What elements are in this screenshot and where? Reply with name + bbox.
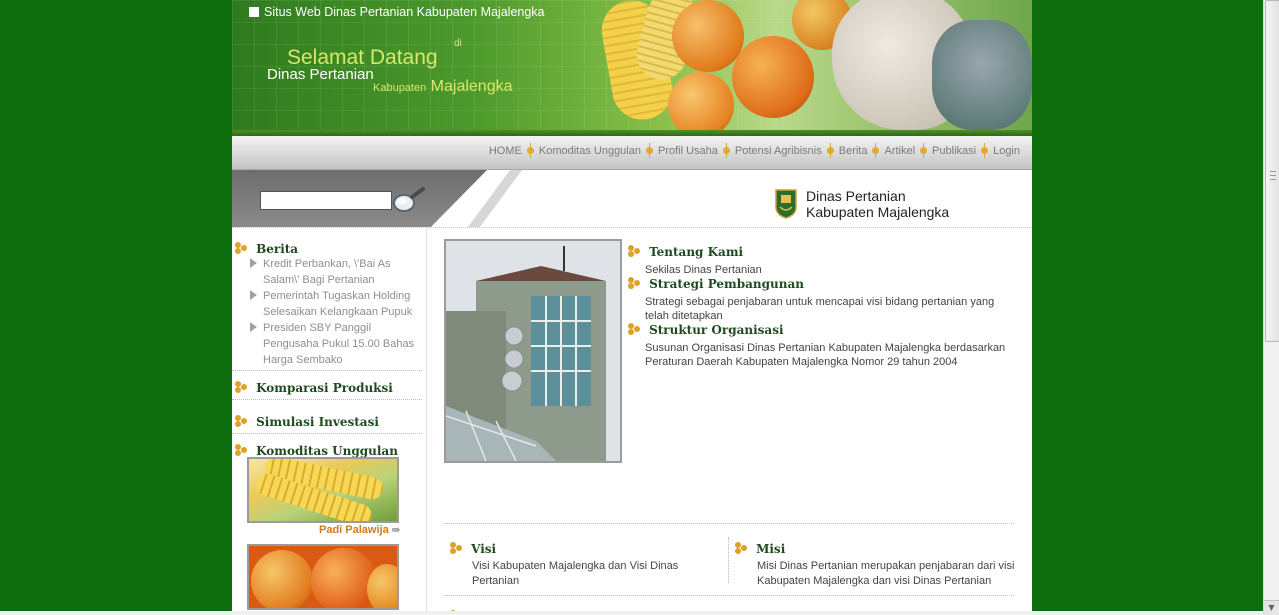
welcome-subheading: Dinas Pertanian — [267, 66, 374, 83]
sidebar-section-simulasi-investasi[interactable]: Simulasi Investasi — [235, 411, 379, 430]
bullet-icon — [235, 381, 247, 393]
nav-item-artikel[interactable]: Artikel — [884, 145, 915, 157]
news-item[interactable]: Kredit Perbankan, \'Bai As Salam\' Bagi … — [250, 256, 423, 288]
top-navigation: HOME Komoditas Unggulan Profil Usaha Pot… — [232, 136, 1032, 170]
mango-image — [732, 36, 814, 118]
regency-seal-icon — [775, 189, 797, 219]
komoditas-image-mango[interactable] — [247, 544, 399, 610]
nav-separator-icon — [872, 143, 880, 158]
bullet-icon — [235, 242, 247, 254]
nav-item-home[interactable]: HOME — [489, 145, 522, 157]
nav-separator-icon — [981, 143, 989, 158]
sidebar-section-berita[interactable]: Berita — [235, 238, 298, 257]
nav-item-potensi-agribisnis[interactable]: Potensi Agribisnis — [735, 145, 822, 157]
bullet-icon — [628, 323, 640, 335]
bullet-icon — [628, 277, 640, 289]
left-sidebar: Berita Kredit Perbankan, \'Bai As Salam\… — [232, 228, 427, 615]
news-item[interactable]: Pemerintah Tugaskan Holding Selesaikan K… — [250, 288, 423, 320]
nav-separator-icon — [920, 143, 928, 158]
logo-line2: Kabupaten Majalengka — [806, 204, 950, 220]
search-input[interactable] — [260, 191, 392, 210]
mango-image — [668, 72, 734, 136]
news-item[interactable]: Presiden SBY Panggil Pengusaha Pukul 15.… — [250, 320, 423, 368]
site-title: Situs Web Dinas Pertanian Kabupaten Maja… — [249, 5, 545, 19]
komoditas-caption[interactable]: Padi Palawija ⇛ — [319, 524, 400, 536]
bullet-icon — [235, 444, 247, 456]
square-icon — [249, 7, 259, 17]
bullet-icon — [235, 415, 247, 427]
nav-item-publikasi[interactable]: Publikasi — [932, 145, 976, 157]
nav-separator-icon — [722, 143, 730, 158]
bullet-icon — [628, 245, 640, 257]
office-building-photo — [444, 239, 622, 463]
logo-line1: Dinas Pertanian — [806, 188, 906, 204]
section-misi[interactable]: Misi Misi Dinas Pertanian merupakan penj… — [735, 538, 1015, 589]
scrollbar-thumb[interactable] — [1265, 0, 1279, 342]
vertical-scrollbar[interactable]: ▼ — [1263, 0, 1279, 615]
bullet-icon — [735, 542, 747, 554]
section-tentang-kami[interactable]: Tentang Kami Sekilas Dinas Pertanian — [628, 241, 1008, 277]
bullet-icon — [450, 542, 462, 554]
nav-item-profil-usaha[interactable]: Profil Usaha — [658, 145, 718, 157]
section-visi[interactable]: Visi Visi Kabupaten Majalengka dan Visi … — [450, 538, 720, 589]
fish-image — [932, 20, 1032, 130]
section-struktur-organisasi[interactable]: Struktur Organisasi Susunan Organisasi D… — [628, 319, 1008, 369]
page-container: Situs Web Dinas Pertanian Kabupaten Maja… — [232, 0, 1032, 615]
nav-item-komoditas-unggulan[interactable]: Komoditas Unggulan — [539, 145, 641, 157]
triangle-bullet-icon — [250, 322, 257, 332]
welcome-region: Kabupaten Majalengka — [373, 78, 513, 95]
welcome-di: di — [454, 38, 462, 49]
scroll-down-icon[interactable]: ▼ — [1264, 600, 1279, 615]
header-banner: Situs Web Dinas Pertanian Kabupaten Maja… — [232, 0, 1032, 136]
arrow-right-icon: ⇛ — [391, 525, 401, 536]
horizontal-scrollbar[interactable] — [0, 611, 1263, 615]
komoditas-image-corn[interactable] — [247, 457, 399, 523]
nav-item-login[interactable]: Login — [993, 145, 1020, 157]
section-strategi-pembangunan[interactable]: Strategi Pembangunan Strategi sebagai pe… — [628, 273, 1008, 323]
triangle-bullet-icon — [250, 290, 257, 300]
nav-separator-icon — [526, 143, 534, 158]
search-band: Dinas Pertanian Kabupaten Majalengka — [232, 170, 1032, 228]
mango-image — [672, 0, 744, 72]
sidebar-section-komparasi-produksi[interactable]: Komparasi Produksi — [235, 377, 393, 396]
search-icon[interactable] — [392, 186, 426, 216]
triangle-bullet-icon — [250, 258, 257, 268]
nav-separator-icon — [826, 143, 834, 158]
nav-item-berita[interactable]: Berita — [839, 145, 868, 157]
agency-logo: Dinas Pertanian Kabupaten Majalengka — [775, 188, 949, 220]
nav-separator-icon — [645, 143, 653, 158]
